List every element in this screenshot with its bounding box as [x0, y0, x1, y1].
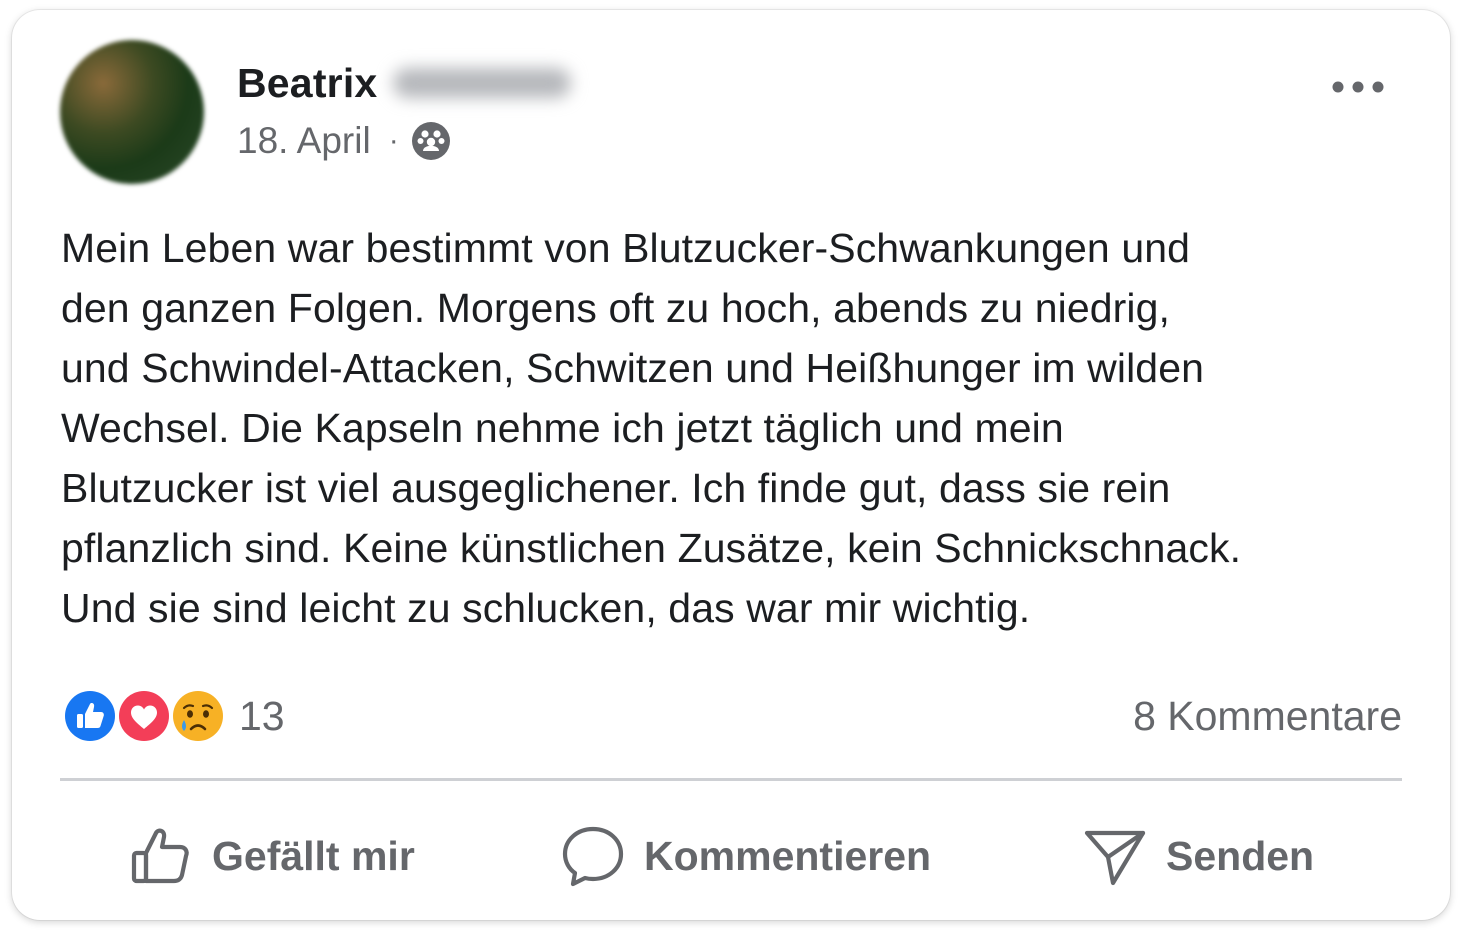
thumbs-up-icon: [131, 828, 189, 884]
author-avatar[interactable]: [60, 40, 204, 184]
more-horizontal-icon: [1332, 81, 1384, 93]
post-card: Beatrix 18. April · Mein Leben war besti…: [12, 10, 1450, 920]
friends-icon[interactable]: [411, 121, 451, 161]
post-text-line: den ganzen Folgen. Morgens oft zu hoch, …: [61, 285, 1170, 331]
send-button[interactable]: Senden: [1082, 816, 1314, 896]
send-button-label: Senden: [1166, 832, 1315, 879]
love-reaction-icon: [116, 688, 172, 744]
post-text-line: Und sie sind leicht zu schlucken, das wa…: [61, 585, 1031, 631]
post-text-line: und Schwindel-Attacken, Schwitzen und He…: [61, 345, 1205, 391]
author-name[interactable]: Beatrix: [237, 60, 377, 107]
post-text-line: Blutzucker ist viel ausgeglichener. Ich …: [61, 465, 1171, 511]
comment-button[interactable]: Kommentieren: [560, 816, 931, 896]
more-options-button[interactable]: [1328, 72, 1388, 102]
sad-reaction-icon: [170, 688, 226, 744]
like-reaction-icon: [62, 688, 118, 744]
post-meta: 18. April ·: [237, 118, 451, 164]
meta-separator: ·: [388, 124, 399, 157]
comments-count-link[interactable]: 8 Kommentare: [1133, 686, 1402, 746]
post-text-line: pflanzlich sind. Keine künstlichen Zusät…: [61, 525, 1242, 571]
divider: [60, 778, 1402, 781]
reaction-icons: [61, 686, 231, 746]
like-button[interactable]: Gefällt mir: [128, 816, 415, 896]
author-row: Beatrix: [237, 58, 572, 108]
post-body: Mein Leben war bestimmt von Blutzucker-S…: [61, 218, 1431, 638]
like-button-label: Gefällt mir: [212, 832, 415, 879]
post-date[interactable]: 18. April: [237, 120, 371, 162]
post-text-line: Wechsel. Die Kapseln nehme ich jetzt täg…: [61, 405, 1064, 451]
post-text-line: Mein Leben war bestimmt von Blutzucker-S…: [61, 225, 1191, 271]
comment-button-label: Kommentieren: [644, 832, 932, 879]
author-last-name-redacted: [393, 68, 572, 98]
reactions-summary[interactable]: 13: [61, 686, 285, 746]
reaction-count[interactable]: 13: [239, 693, 285, 740]
comment-bubble-icon: [562, 826, 624, 887]
send-icon: [1084, 830, 1146, 886]
